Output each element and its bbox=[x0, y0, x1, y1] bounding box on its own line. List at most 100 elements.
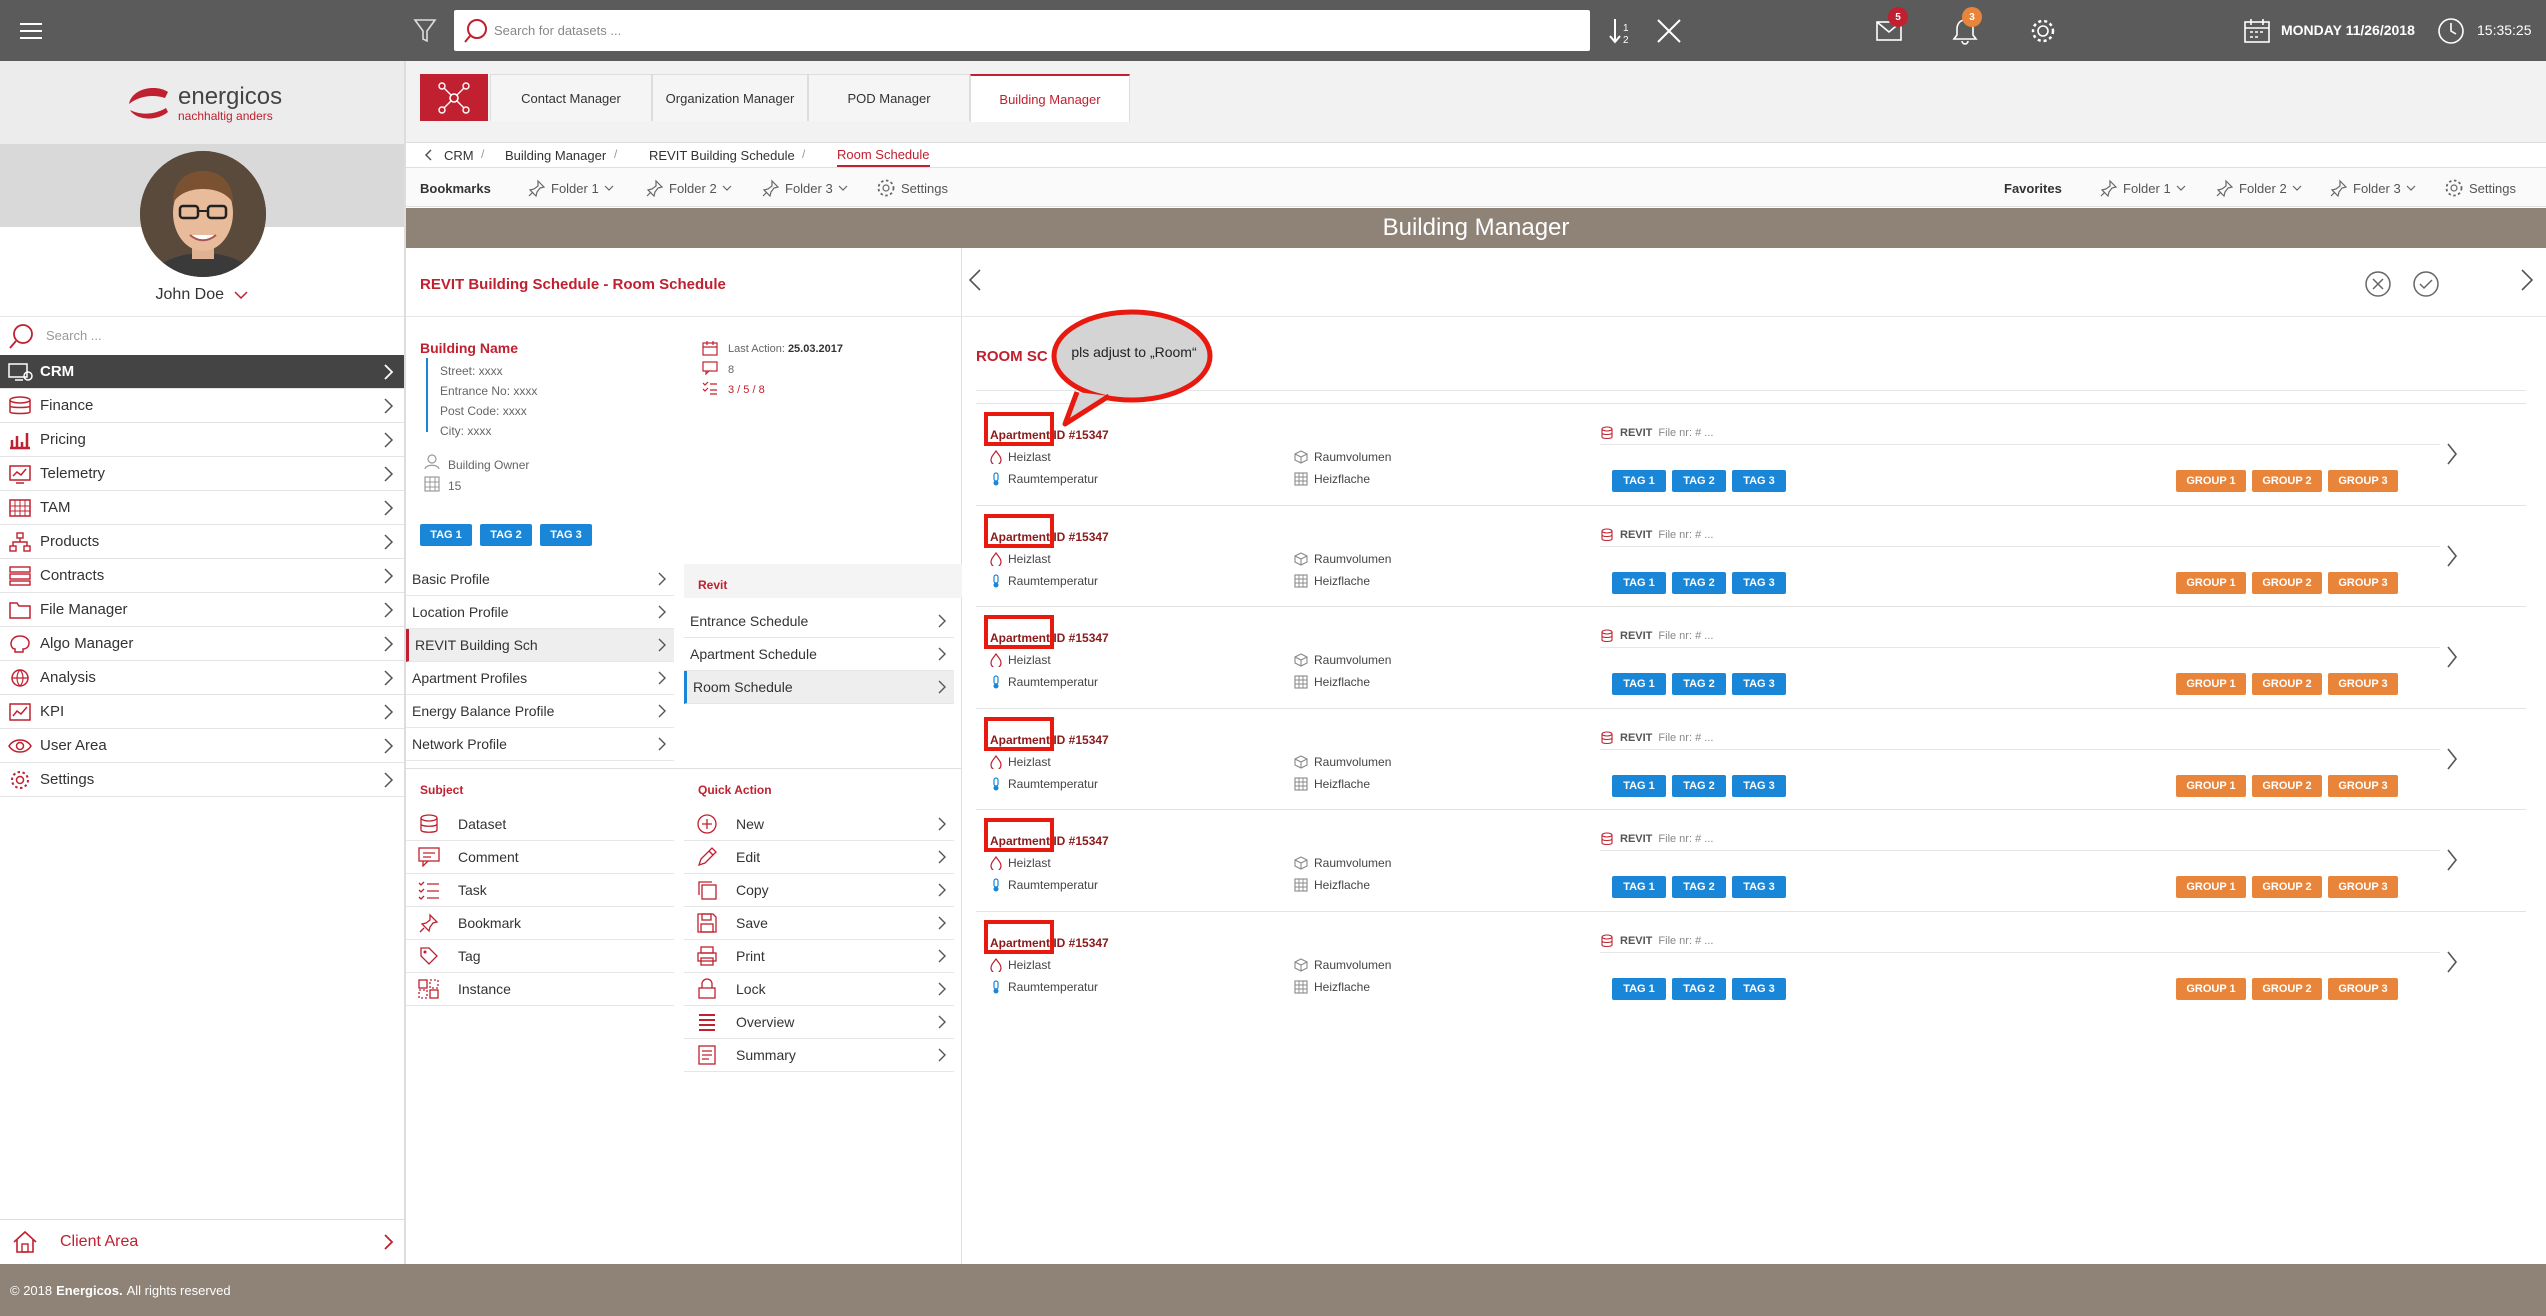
profile-revit-building-schedule[interactable]: REVIT Building Sch bbox=[406, 629, 674, 662]
chevron-right-icon[interactable] bbox=[2446, 645, 2458, 669]
row-tag-1-button[interactable]: TAG 1 bbox=[1612, 571, 1666, 594]
row-tag-1-button[interactable]: TAG 1 bbox=[1612, 774, 1666, 797]
user-name[interactable]: John Doe bbox=[0, 286, 404, 304]
quick-action-summary[interactable]: Summary bbox=[684, 1039, 954, 1072]
row-tag-2-button[interactable]: TAG 2 bbox=[1672, 774, 1726, 797]
row-group-1-button[interactable]: GROUP 1 bbox=[2176, 470, 2246, 492]
row-group-3-button[interactable]: GROUP 3 bbox=[2328, 977, 2398, 1000]
favorite-folder-1[interactable]: Folder 1 bbox=[2100, 168, 2186, 208]
row-group-1-button[interactable]: GROUP 1 bbox=[2176, 876, 2246, 898]
breadcrumb-back-icon[interactable] bbox=[424, 143, 432, 167]
row-group-1-button[interactable]: GROUP 1 bbox=[2176, 977, 2246, 1000]
sidebar-item-products[interactable]: Products bbox=[0, 525, 404, 559]
favorite-folder-3[interactable]: Folder 3 bbox=[2330, 168, 2416, 208]
row-tag-2-button[interactable]: TAG 2 bbox=[1672, 977, 1726, 1000]
subject-comment[interactable]: Comment bbox=[406, 841, 674, 874]
crm-home-tab[interactable] bbox=[420, 74, 488, 121]
row-group-3-button[interactable]: GROUP 3 bbox=[2328, 876, 2398, 898]
revit-room-schedule[interactable]: Room Schedule bbox=[684, 671, 954, 704]
bookmark-folder-2[interactable]: Folder 2 bbox=[646, 168, 732, 208]
chevron-right-icon[interactable] bbox=[2446, 544, 2458, 568]
tag-3-button[interactable]: TAG 3 bbox=[540, 524, 592, 546]
chevron-right-icon[interactable] bbox=[2446, 848, 2458, 872]
cancel-circle-icon[interactable] bbox=[2364, 270, 2392, 298]
sidebar-item-algo-manager[interactable]: Algo Manager bbox=[0, 627, 404, 661]
quick-action-lock[interactable]: Lock bbox=[684, 973, 954, 1006]
breadcrumb-crm[interactable]: CRM bbox=[444, 143, 474, 167]
quick-action-copy[interactable]: Copy bbox=[684, 874, 954, 907]
revit-entrance-schedule[interactable]: Entrance Schedule bbox=[684, 605, 954, 638]
breadcrumb-revit-building-schedule[interactable]: REVIT Building Schedule bbox=[649, 143, 795, 167]
row-tag-2-button[interactable]: TAG 2 bbox=[1672, 571, 1726, 594]
quick-action-new[interactable]: New bbox=[684, 808, 954, 841]
hamburger-menu-icon[interactable] bbox=[14, 14, 48, 48]
confirm-check-icon[interactable] bbox=[2412, 270, 2440, 298]
gear-icon[interactable] bbox=[2026, 14, 2060, 48]
row-group-1-button[interactable]: GROUP 1 bbox=[2176, 774, 2246, 797]
row-tag-3-button[interactable]: TAG 3 bbox=[1732, 673, 1786, 695]
row-group-3-button[interactable]: GROUP 3 bbox=[2328, 673, 2398, 695]
row-group-2-button[interactable]: GROUP 2 bbox=[2252, 673, 2322, 695]
table-row[interactable]: Apartment ID #15347 Heizlast Raumtempera… bbox=[976, 606, 2526, 706]
chevron-right-icon[interactable] bbox=[2520, 268, 2534, 292]
tab-pod-manager[interactable]: POD Manager bbox=[808, 74, 970, 121]
subject-instance[interactable]: Instance bbox=[406, 973, 674, 1006]
row-group-3-button[interactable]: GROUP 3 bbox=[2328, 470, 2398, 492]
row-tag-3-button[interactable]: TAG 3 bbox=[1732, 774, 1786, 797]
row-group-1-button[interactable]: GROUP 1 bbox=[2176, 571, 2246, 594]
chevron-down-icon[interactable] bbox=[234, 291, 248, 299]
chevron-right-icon[interactable] bbox=[2446, 950, 2458, 974]
sort-icon[interactable]: 21 bbox=[1604, 14, 1638, 48]
bookmark-settings[interactable]: Settings bbox=[876, 168, 948, 208]
row-tag-1-button[interactable]: TAG 1 bbox=[1612, 673, 1666, 695]
profile-basic[interactable]: Basic Profile bbox=[406, 563, 674, 596]
row-tag-1-button[interactable]: TAG 1 bbox=[1612, 470, 1666, 492]
row-group-2-button[interactable]: GROUP 2 bbox=[2252, 571, 2322, 594]
profile-location[interactable]: Location Profile bbox=[406, 596, 674, 629]
profile-apartment[interactable]: Apartment Profiles bbox=[406, 662, 674, 695]
sidebar-item-user-area[interactable]: User Area bbox=[0, 729, 404, 763]
search-input[interactable] bbox=[494, 23, 1554, 38]
tab-organization-manager[interactable]: Organization Manager bbox=[652, 74, 808, 121]
row-tag-2-button[interactable]: TAG 2 bbox=[1672, 876, 1726, 898]
chevron-right-icon[interactable] bbox=[2446, 442, 2458, 466]
table-row[interactable]: Apartment ID #15347 Heizlast Raumtempera… bbox=[976, 809, 2526, 909]
tag-1-button[interactable]: TAG 1 bbox=[420, 524, 472, 546]
sidebar-item-crm[interactable]: CRM bbox=[0, 355, 404, 389]
row-group-3-button[interactable]: GROUP 3 bbox=[2328, 774, 2398, 797]
chevron-right-icon[interactable] bbox=[2446, 747, 2458, 771]
row-tag-3-button[interactable]: TAG 3 bbox=[1732, 876, 1786, 898]
quick-action-print[interactable]: Print bbox=[684, 940, 954, 973]
row-group-2-button[interactable]: GROUP 2 bbox=[2252, 876, 2322, 898]
calendar-icon[interactable] bbox=[2240, 14, 2274, 48]
tab-building-manager[interactable]: Building Manager bbox=[970, 74, 1130, 122]
row-group-2-button[interactable]: GROUP 2 bbox=[2252, 977, 2322, 1000]
row-tag-2-button[interactable]: TAG 2 bbox=[1672, 673, 1726, 695]
filter-icon[interactable] bbox=[408, 14, 442, 48]
table-row[interactable]: Apartment ID #15347 Heizlast Raumtempera… bbox=[976, 504, 2526, 605]
favorite-folder-2[interactable]: Folder 2 bbox=[2216, 168, 2302, 208]
tag-2-button[interactable]: TAG 2 bbox=[480, 524, 532, 546]
row-group-3-button[interactable]: GROUP 3 bbox=[2328, 571, 2398, 594]
quick-action-overview[interactable]: Overview bbox=[684, 1006, 954, 1039]
row-group-2-button[interactable]: GROUP 2 bbox=[2252, 774, 2322, 797]
profile-network[interactable]: Network Profile bbox=[406, 728, 674, 761]
quick-action-save[interactable]: Save bbox=[684, 907, 954, 940]
sidebar-item-finance[interactable]: Finance bbox=[0, 389, 404, 423]
row-tag-2-button[interactable]: TAG 2 bbox=[1672, 470, 1726, 492]
table-row[interactable]: Apartment ID #15347 Heizlast Raumtempera… bbox=[976, 910, 2526, 1011]
row-group-1-button[interactable]: GROUP 1 bbox=[2176, 673, 2246, 695]
subject-bookmark[interactable]: Bookmark bbox=[406, 907, 674, 940]
sidebar-item-kpi[interactable]: KPI bbox=[0, 695, 404, 729]
row-tag-1-button[interactable]: TAG 1 bbox=[1612, 876, 1666, 898]
table-row[interactable]: Apartment ID #15347 Heizlast Raumtempera… bbox=[976, 707, 2526, 808]
quick-action-edit[interactable]: Edit bbox=[684, 841, 954, 874]
sidebar-item-settings[interactable]: Settings bbox=[0, 763, 404, 797]
row-tag-3-button[interactable]: TAG 3 bbox=[1732, 977, 1786, 1000]
bookmark-folder-3[interactable]: Folder 3 bbox=[762, 168, 848, 208]
bookmark-folder-1[interactable]: Folder 1 bbox=[528, 168, 614, 208]
sidebar-item-contracts[interactable]: Contracts bbox=[0, 559, 404, 593]
tab-contact-manager[interactable]: Contact Manager bbox=[490, 74, 652, 121]
favorites-settings[interactable]: Settings bbox=[2444, 168, 2516, 208]
row-tag-3-button[interactable]: TAG 3 bbox=[1732, 571, 1786, 594]
